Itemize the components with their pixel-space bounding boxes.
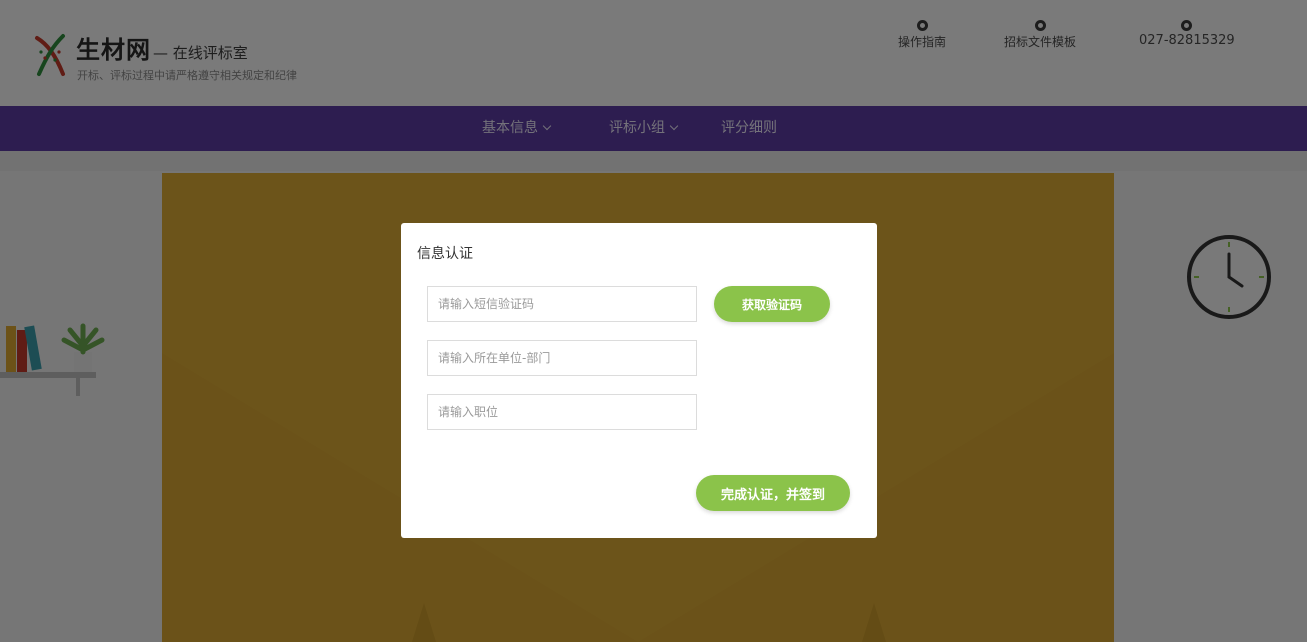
dialog-title: 信息认证: [417, 246, 473, 262]
verification-dialog: 信息认证 获取验证码 完成认证，并签到: [401, 223, 877, 538]
get-code-button[interactable]: 获取验证码: [714, 286, 830, 322]
submit-signin-button[interactable]: 完成认证，并签到: [696, 475, 850, 511]
sms-code-input[interactable]: [427, 286, 697, 322]
position-input[interactable]: [427, 394, 697, 430]
unit-department-input[interactable]: [427, 340, 697, 376]
